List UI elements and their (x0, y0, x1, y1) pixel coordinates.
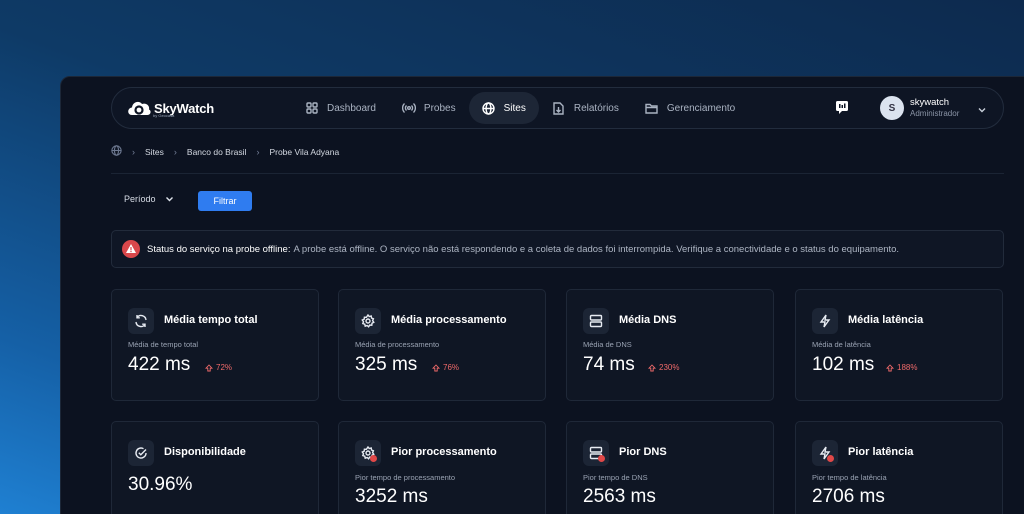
card-value: 74 ms (583, 354, 635, 375)
top-navigation: SkyWatch by Geocasa Dashboard Probes Sit… (111, 87, 1004, 129)
refresh-icon (128, 308, 154, 334)
card-subtitle: Média de tempo total (128, 340, 199, 349)
nav-item-probes[interactable]: Probes (389, 92, 469, 124)
period-label: Período (124, 194, 156, 204)
card-title: Média tempo total (164, 314, 258, 326)
breadcrumb: › Sites › Banco do Brasil › Probe Vila A… (111, 145, 339, 158)
card-pior-processamento: Pior processamento Pior tempo de process… (338, 421, 546, 514)
grid-icon (305, 101, 319, 115)
arrow-up-icon (648, 363, 656, 371)
chevron-right-icon: › (256, 146, 260, 157)
card-subtitle: Média de processamento (355, 340, 440, 349)
bolt-icon (812, 308, 838, 334)
card-value: 325 ms (355, 354, 418, 375)
card-subtitle: Média de DNS (583, 340, 632, 349)
arrow-up-icon (886, 363, 894, 371)
card-title: Média DNS (619, 314, 677, 326)
nav-item-relatorios[interactable]: Relatórios (539, 92, 632, 124)
user-menu[interactable]: S skywatch Administrador (880, 91, 1001, 125)
signal-icon (401, 101, 416, 115)
breadcrumb-client[interactable]: Banco do Brasil (187, 147, 247, 157)
card-media-latencia: Média latência Média de latência 102 ms … (795, 289, 1003, 401)
card-value: 422 ms (128, 354, 191, 375)
chevron-down-icon (977, 102, 987, 120)
gear-alert-icon (355, 440, 381, 466)
filter-button[interactable]: Filtrar (198, 191, 252, 211)
card-media-processamento: Média processamento Média de processamen… (338, 289, 546, 401)
card-delta-value: 188% (897, 363, 918, 372)
alert-title: Status do serviço na probe offline: (147, 243, 291, 255)
card-disponibilidade: Disponibilidade 30.96% (111, 421, 319, 514)
breadcrumb-sites[interactable]: Sites (145, 147, 164, 157)
nav-item-dashboard[interactable]: Dashboard (292, 92, 389, 124)
user-info: skywatch Administrador (910, 97, 959, 119)
card-delta-value: 76% (443, 363, 460, 372)
nav-item-label: Probes (423, 102, 456, 114)
card-subtitle: Média de latência (812, 340, 871, 349)
user-name: skywatch (910, 97, 950, 109)
card-delta-value: 230% (659, 363, 680, 372)
card-title: Média processamento (391, 314, 507, 326)
card-value: 3252 ms (355, 486, 428, 507)
card-delta: 230% (648, 363, 679, 372)
card-media-tempo-total: Média tempo total Média de tempo total 4… (111, 289, 319, 401)
card-value: 102 ms (812, 354, 875, 375)
arrow-up-icon (205, 363, 213, 371)
card-delta: 76% (432, 363, 459, 372)
arrow-up-icon (432, 363, 440, 371)
card-media-dns: Média DNS Média de DNS 74 ms 230% (566, 289, 774, 401)
warning-icon (122, 240, 140, 258)
card-delta: 72% (205, 363, 232, 372)
chevron-right-icon: › (132, 146, 135, 157)
folder-icon (645, 101, 659, 115)
gear-icon (355, 308, 381, 334)
file-download-icon (552, 101, 566, 115)
card-title: Disponibilidade (164, 446, 246, 458)
breadcrumb-probe: Probe Vila Adyana (269, 146, 340, 157)
server-icon (583, 308, 609, 334)
logo[interactable]: SkyWatch by Geocasa (126, 97, 286, 119)
period-select[interactable]: Período (124, 194, 175, 204)
card-subtitle: Pior tempo de latência (812, 473, 887, 482)
card-title: Pior processamento (391, 446, 497, 458)
bolt-alert-icon (812, 440, 838, 466)
globe-icon[interactable] (111, 145, 122, 158)
nav-item-label: Gerenciamento (666, 102, 736, 114)
card-title: Média latência (848, 314, 924, 326)
card-value: 2706 ms (812, 486, 885, 507)
card-value: 30.96% (128, 474, 193, 495)
nav-item-sites[interactable]: Sites (468, 92, 539, 124)
card-title: Pior DNS (619, 446, 667, 458)
nav-menu: Dashboard Probes Sites Relatórios Gerenc… (292, 92, 748, 124)
offline-alert: Status do serviço na probe offline: A pr… (111, 230, 1004, 268)
alert-message: A probe está offline. O serviço não está… (293, 243, 900, 255)
feedback-icon[interactable] (834, 99, 850, 115)
nav-item-label: Dashboard (327, 102, 376, 114)
nav-item-gerenciamento[interactable]: Gerenciamento (632, 92, 748, 124)
nav-item-label: Relatórios (573, 102, 619, 114)
app-window: SkyWatch by Geocasa Dashboard Probes Sit… (60, 76, 1024, 514)
card-delta-value: 72% (216, 363, 233, 372)
card-subtitle: Pior tempo de processamento (355, 473, 456, 482)
server-alert-icon (583, 440, 609, 466)
chevron-right-icon: › (173, 146, 177, 157)
card-pior-latencia: Pior latência Pior tempo de latência 270… (795, 421, 1003, 514)
logo-icon (126, 97, 151, 119)
card-delta: 188% (886, 363, 917, 372)
card-title: Pior latência (848, 446, 914, 458)
card-subtitle: Pior tempo de DNS (583, 473, 648, 482)
check-circle-icon (128, 440, 154, 466)
card-value: 2563 ms (583, 486, 656, 507)
globe-icon (482, 101, 496, 115)
chevron-down-icon (165, 197, 173, 202)
divider (111, 173, 1004, 174)
nav-item-label: Sites (503, 102, 526, 114)
user-role: Administrador (910, 108, 960, 118)
brand-sub: by Geocasa (153, 113, 175, 118)
card-pior-dns: Pior DNS Pior tempo de DNS 2563 ms (566, 421, 774, 514)
avatar: S (880, 96, 904, 120)
